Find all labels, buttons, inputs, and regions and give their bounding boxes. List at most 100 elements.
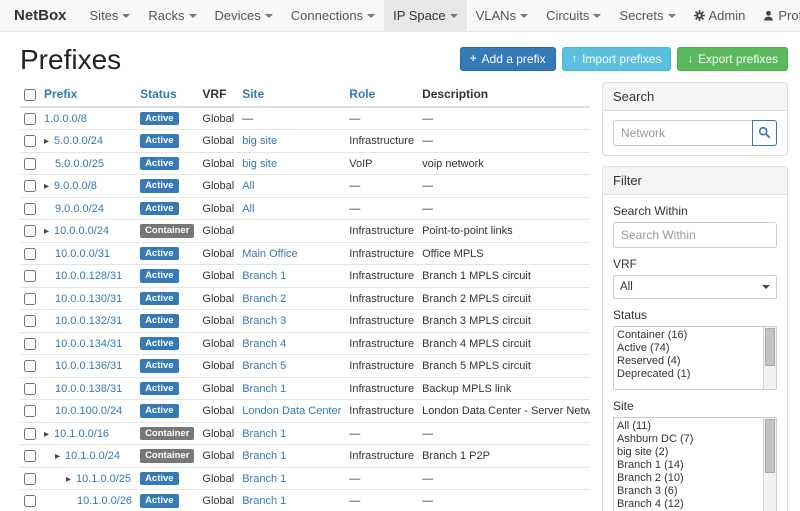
prefix-link[interactable]: 5.0.0.0/24: [54, 135, 103, 147]
prefix-link[interactable]: 10.0.0.134/31: [55, 338, 122, 350]
expand-arrow-icon[interactable]: ▸: [66, 474, 76, 485]
row-checkbox[interactable]: [24, 338, 36, 350]
prefix-link[interactable]: 10.1.0.0/24: [65, 450, 120, 462]
column-header-role[interactable]: Role: [345, 82, 418, 107]
row-checkbox[interactable]: [24, 270, 36, 282]
site-link[interactable]: big site: [242, 135, 277, 147]
row-checkbox[interactable]: [24, 135, 36, 147]
description-value: Backup MPLS link: [418, 377, 590, 400]
nav-item-circuits[interactable]: Circuits: [537, 0, 610, 31]
scrollbar-thumb[interactable]: [765, 419, 775, 473]
status-listbox-scrollbar[interactable]: [763, 327, 776, 389]
prefix-link[interactable]: 10.0.100.0/24: [55, 405, 122, 417]
listbox-option[interactable]: All (11): [614, 420, 776, 433]
scrollbar-thumb[interactable]: [765, 328, 775, 366]
expand-arrow-icon[interactable]: ▸: [44, 429, 54, 440]
listbox-option[interactable]: Ashburn DC (7): [614, 433, 776, 446]
site-link[interactable]: All: [242, 203, 254, 215]
site-link[interactable]: Branch 1: [242, 270, 286, 282]
site-link[interactable]: London Data Center: [242, 405, 341, 417]
nav-item-vlans[interactable]: VLANs: [467, 0, 537, 31]
site-link[interactable]: big site: [242, 158, 277, 170]
listbox-option[interactable]: Active (74): [614, 342, 776, 355]
prefix-link[interactable]: 10.0.0.0/24: [54, 225, 109, 237]
row-checkbox[interactable]: [24, 473, 36, 485]
site-link[interactable]: Branch 1: [242, 450, 286, 462]
site-link[interactable]: Branch 4: [242, 338, 286, 350]
site-link[interactable]: Branch 5: [242, 360, 286, 372]
prefix-link[interactable]: 10.1.0.0/25: [76, 473, 131, 485]
listbox-option[interactable]: Branch 4 (12): [614, 498, 776, 511]
prefix-link[interactable]: 10.1.0.0/26: [77, 495, 132, 507]
row-checkbox[interactable]: [24, 180, 36, 192]
row-checkbox[interactable]: [24, 248, 36, 260]
row-checkbox[interactable]: [24, 293, 36, 305]
expand-arrow-icon[interactable]: ▸: [44, 226, 54, 237]
nav-item-racks[interactable]: Racks: [139, 0, 205, 31]
column-header-prefix[interactable]: Prefix: [40, 82, 136, 107]
site-link[interactable]: Branch 1: [242, 473, 286, 485]
site-link[interactable]: Branch 3: [242, 315, 286, 327]
prefix-link[interactable]: 10.0.0.0/31: [55, 248, 110, 260]
status-badge: Active: [140, 179, 179, 193]
add-prefix-button[interactable]: + Add a prefix: [460, 47, 555, 71]
prefix-link[interactable]: 10.0.0.138/31: [55, 383, 122, 395]
row-checkbox[interactable]: [24, 225, 36, 237]
site-link[interactable]: Branch 2: [242, 293, 286, 305]
row-checkbox[interactable]: [24, 158, 36, 170]
prefix-link[interactable]: 10.0.0.130/31: [55, 293, 122, 305]
site-link[interactable]: All: [242, 180, 254, 192]
listbox-option[interactable]: Reserved (4): [614, 355, 776, 368]
listbox-option[interactable]: big site (2): [614, 446, 776, 459]
row-checkbox[interactable]: [24, 450, 36, 462]
row-checkbox[interactable]: [24, 495, 36, 507]
row-checkbox[interactable]: [24, 315, 36, 327]
listbox-option[interactable]: Branch 2 (10): [614, 472, 776, 485]
column-header-site[interactable]: Site: [238, 82, 345, 107]
vrf-select[interactable]: All: [613, 275, 777, 299]
column-header-status[interactable]: Status: [136, 82, 198, 107]
site-link[interactable]: Branch 1: [242, 428, 286, 440]
nav-item-secrets[interactable]: Secrets: [610, 0, 684, 31]
nav-item-sites[interactable]: Sites: [81, 0, 140, 31]
select-all-checkbox[interactable]: [24, 89, 36, 101]
nav-item-connections[interactable]: Connections: [282, 0, 384, 31]
prefix-link[interactable]: 9.0.0.0/24: [55, 203, 104, 215]
export-prefixes-button[interactable]: ↓ Export prefixes: [677, 47, 788, 71]
site-link[interactable]: Branch 1: [242, 495, 286, 507]
listbox-option[interactable]: Deprecated (1): [614, 368, 776, 381]
search-within-input[interactable]: [613, 222, 777, 248]
row-checkbox[interactable]: [24, 113, 36, 125]
row-checkbox[interactable]: [24, 203, 36, 215]
status-listbox[interactable]: Container (16)Active (74)Reserved (4)Dep…: [613, 326, 777, 390]
nav-item-ip-space[interactable]: IP Space: [384, 0, 467, 31]
nav-item-devices[interactable]: Devices: [206, 0, 282, 31]
prefix-link[interactable]: 1.0.0.0/8: [44, 113, 87, 125]
site-link[interactable]: Branch 1: [242, 383, 286, 395]
row-checkbox[interactable]: [24, 383, 36, 395]
navbar-brand[interactable]: NetBox: [0, 0, 81, 31]
expand-arrow-icon[interactable]: ▸: [55, 451, 65, 462]
listbox-option[interactable]: Container (16): [614, 329, 776, 342]
site-link[interactable]: Main Office: [242, 248, 297, 260]
prefix-link[interactable]: 10.0.0.132/31: [55, 315, 122, 327]
nav-item-admin[interactable]: Admin: [685, 0, 755, 31]
listbox-option[interactable]: Branch 3 (6): [614, 485, 776, 498]
row-checkbox[interactable]: [24, 405, 36, 417]
prefix-link[interactable]: 10.0.0.136/31: [55, 360, 122, 372]
expand-arrow-icon[interactable]: ▸: [44, 181, 54, 192]
nav-item-profile[interactable]: Profile: [754, 0, 800, 31]
site-listbox-scrollbar[interactable]: [763, 418, 776, 511]
search-button[interactable]: [752, 120, 777, 146]
listbox-option[interactable]: Branch 1 (14): [614, 459, 776, 472]
search-input[interactable]: [613, 120, 752, 146]
row-checkbox[interactable]: [24, 428, 36, 440]
prefix-link[interactable]: 5.0.0.0/25: [55, 158, 104, 170]
row-checkbox[interactable]: [24, 360, 36, 372]
site-listbox[interactable]: All (11)Ashburn DC (7)big site (2)Branch…: [613, 417, 777, 511]
import-prefixes-button[interactable]: ↑ Import prefixes: [562, 47, 672, 71]
prefix-link[interactable]: 10.1.0.0/16: [54, 428, 109, 440]
prefix-link[interactable]: 9.0.0.0/8: [54, 180, 97, 192]
expand-arrow-icon[interactable]: ▸: [44, 136, 54, 147]
prefix-link[interactable]: 10.0.0.128/31: [55, 270, 122, 282]
